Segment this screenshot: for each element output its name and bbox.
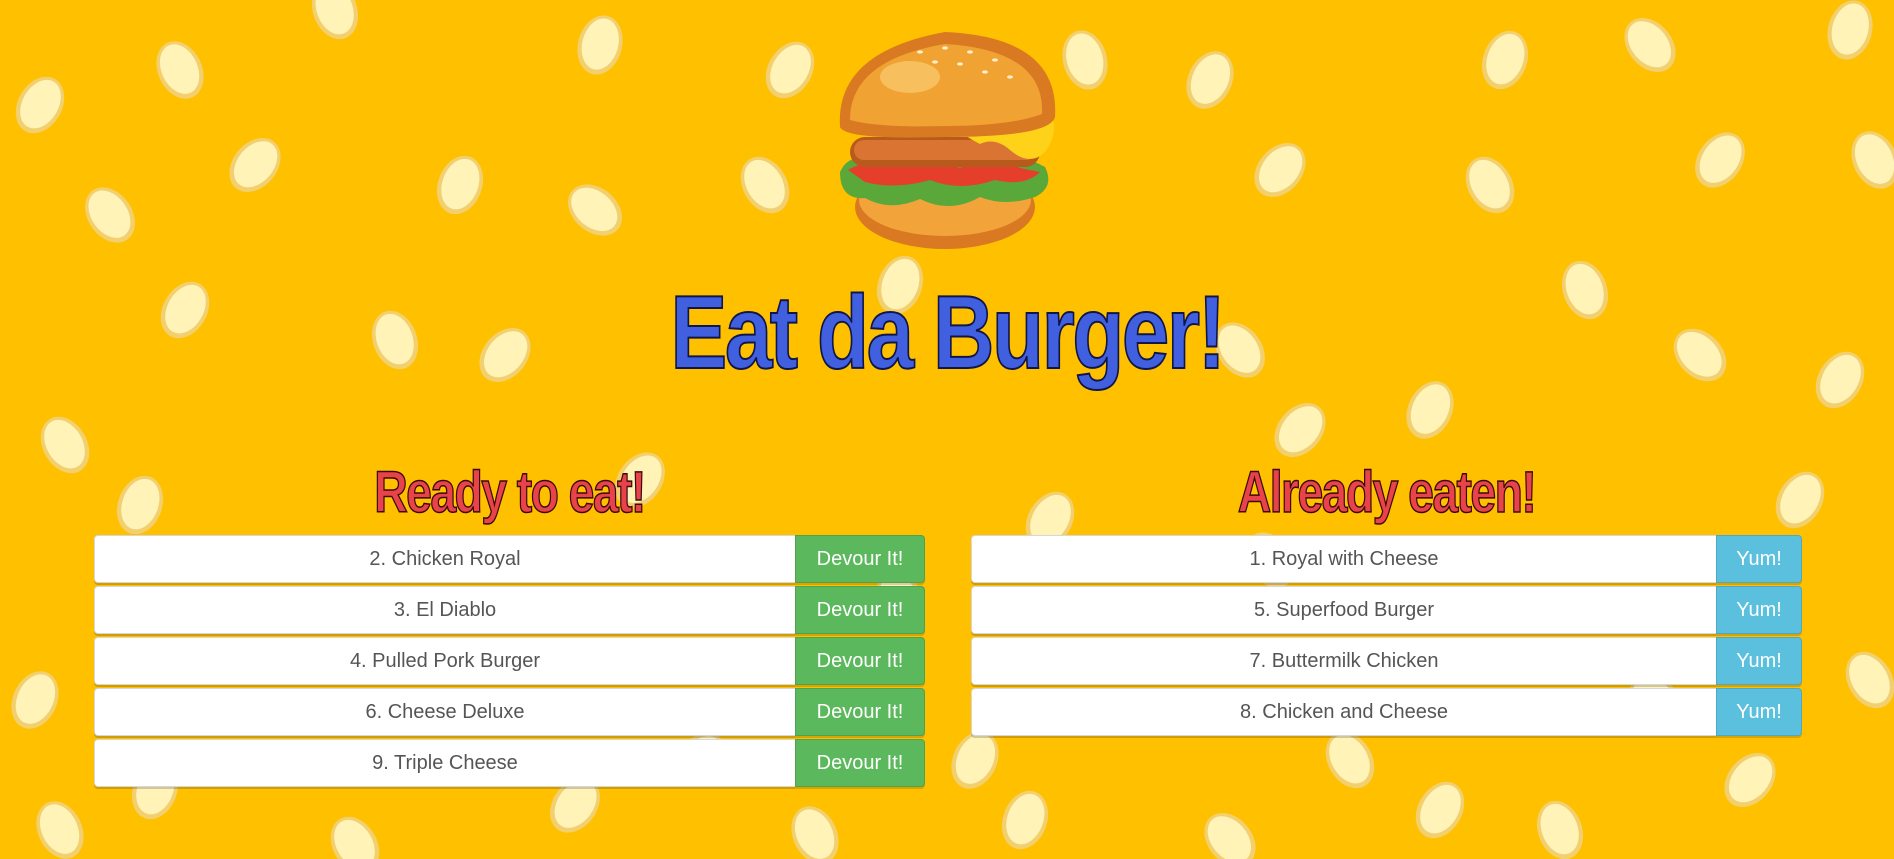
eaten-list: 1. Royal with Cheese Yum! 5. Superfood B…	[971, 535, 1802, 736]
eaten-column: Already eaten! 1. Royal with Cheese Yum!…	[971, 455, 1802, 739]
ready-heading: Ready to eat!	[374, 459, 647, 526]
burger-name: 1. Royal with Cheese	[971, 535, 1716, 583]
list-item: 8. Chicken and Cheese Yum!	[971, 688, 1802, 736]
devour-button[interactable]: Devour It!	[795, 535, 925, 583]
list-item: 7. Buttermilk Chicken Yum!	[971, 637, 1802, 685]
ready-column: Ready to eat! 2. Chicken Royal Devour It…	[94, 455, 925, 790]
burger-name: 7. Buttermilk Chicken	[971, 637, 1716, 685]
list-item: 3. El Diablo Devour It!	[94, 586, 925, 634]
ready-list: 2. Chicken Royal Devour It! 3. El Diablo…	[94, 535, 925, 787]
yum-button[interactable]: Yum!	[1716, 688, 1802, 736]
devour-button[interactable]: Devour It!	[795, 586, 925, 634]
yum-button[interactable]: Yum!	[1716, 637, 1802, 685]
burger-icon	[839, 32, 1056, 249]
list-item: 6. Cheese Deluxe Devour It!	[94, 688, 925, 736]
eaten-heading: Already eaten!	[1237, 459, 1537, 526]
devour-button[interactable]: Devour It!	[795, 739, 925, 787]
list-item: 4. Pulled Pork Burger Devour It!	[94, 637, 925, 685]
devour-button[interactable]: Devour It!	[795, 688, 925, 736]
yum-button[interactable]: Yum!	[1716, 586, 1802, 634]
burger-name: 4. Pulled Pork Burger	[94, 637, 795, 685]
devour-button[interactable]: Devour It!	[795, 637, 925, 685]
list-item: 2. Chicken Royal Devour It!	[94, 535, 925, 583]
burger-name: 9. Triple Cheese	[94, 739, 795, 787]
yum-button[interactable]: Yum!	[1716, 535, 1802, 583]
burger-name: 6. Cheese Deluxe	[94, 688, 795, 736]
burger-name: 2. Chicken Royal	[94, 535, 795, 583]
list-item: 9. Triple Cheese Devour It!	[94, 739, 925, 787]
burger-name: 8. Chicken and Cheese	[971, 688, 1716, 736]
app-title: Eat da Burger!	[670, 274, 1227, 392]
burger-name: 3. El Diablo	[94, 586, 795, 634]
list-item: 5. Superfood Burger Yum!	[971, 586, 1802, 634]
burger-name: 5. Superfood Burger	[971, 586, 1716, 634]
list-item: 1. Royal with Cheese Yum!	[971, 535, 1802, 583]
